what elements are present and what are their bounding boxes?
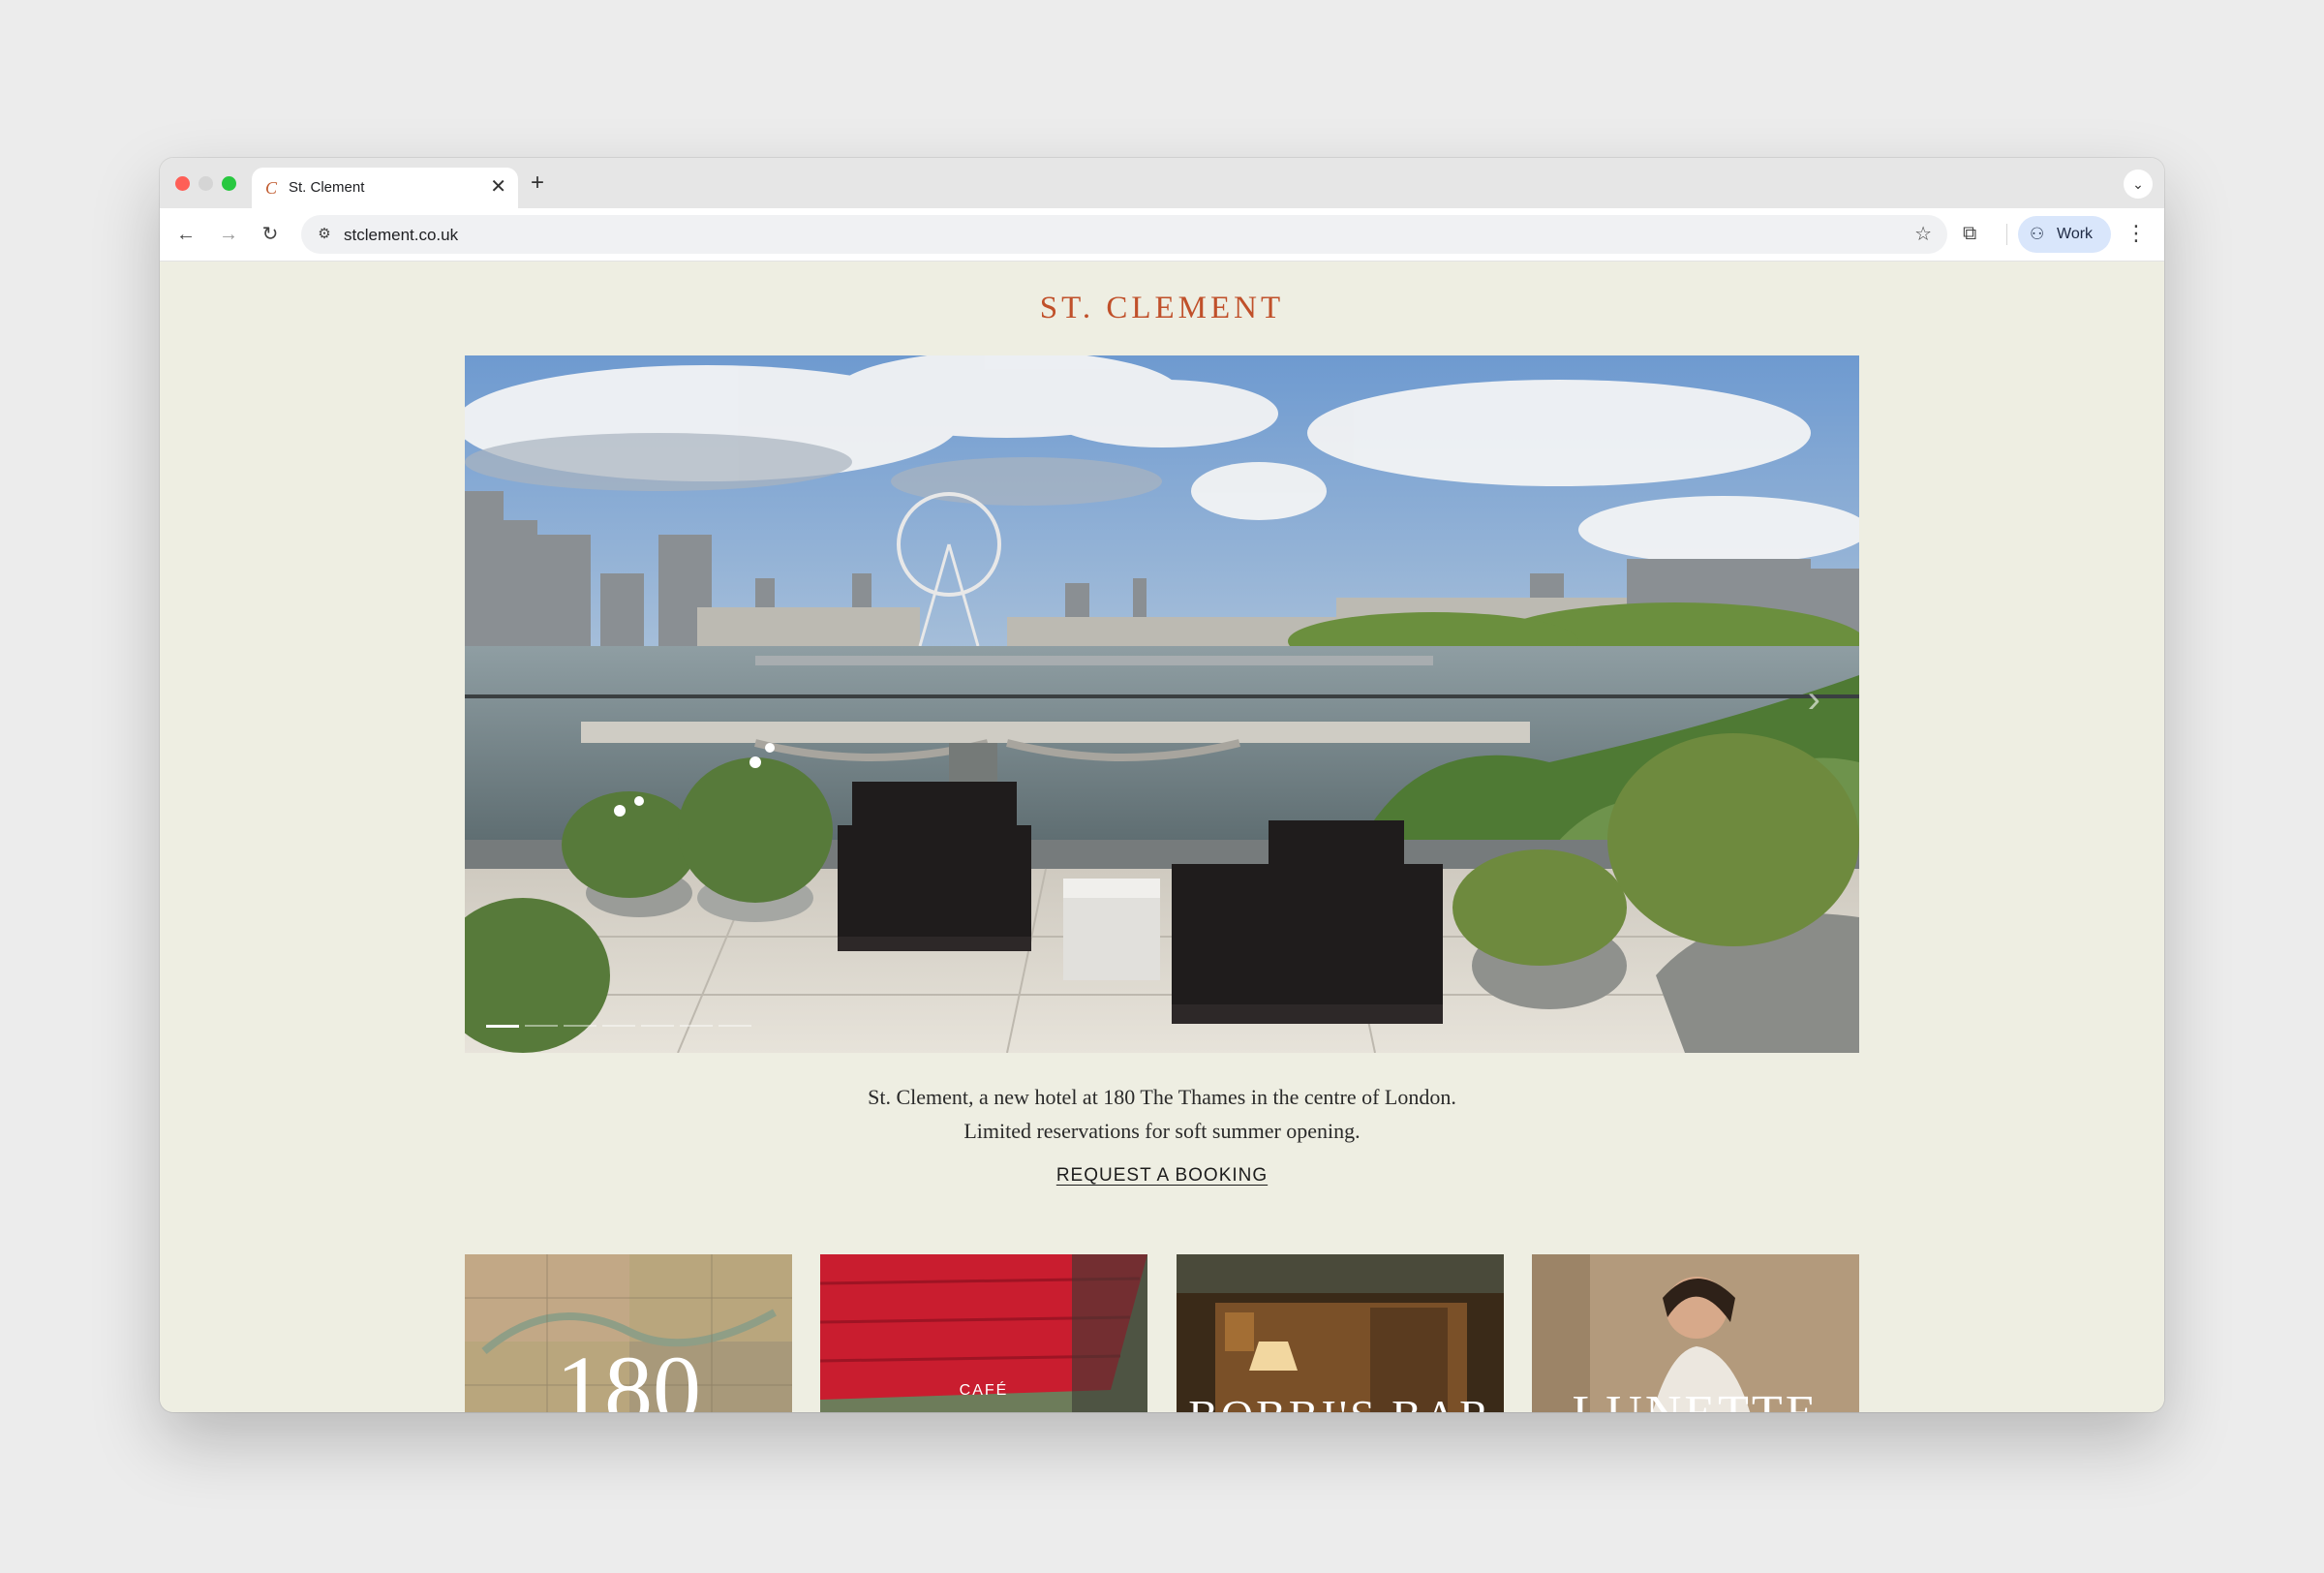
card-title: CAFÉ — [959, 1382, 1009, 1399]
toolbar-divider — [2006, 224, 2007, 245]
tab-title: St. Clement — [289, 179, 365, 196]
bookmark-star-icon[interactable]: ☆ — [1914, 223, 1932, 246]
extensions-icon[interactable]: ⧉ — [1963, 221, 1976, 246]
window-maximize-button[interactable] — [222, 176, 236, 191]
tab-st-clement[interactable]: C St. Clement ✕ — [252, 168, 518, 208]
browser-toolbar: ← → ↻ ⚙ stclement.co.uk ☆ ⧉ ⚇ Work ⋮ — [160, 208, 2164, 262]
carousel-dot[interactable] — [641, 1025, 674, 1027]
tab-strip: C St. Clement ✕ + ⌄ — [160, 158, 2164, 208]
card-bobbis-bar[interactable]: BOBBI'S BAR — [1177, 1254, 1504, 1412]
carousel-indicators — [486, 1025, 757, 1028]
profile-icon: ⚇ — [2030, 225, 2045, 243]
url-text[interactable]: stclement.co.uk — [344, 226, 458, 245]
new-tab-icon[interactable]: + — [531, 170, 544, 196]
site-logo[interactable]: ST. CLEMENT — [160, 291, 2164, 326]
card-title: 180 — [556, 1336, 701, 1413]
intro-text: St. Clement, a new hotel at 180 The Tham… — [160, 1080, 2164, 1148]
close-tab-icon[interactable]: ✕ — [490, 176, 506, 198]
carousel-dot[interactable] — [564, 1025, 596, 1027]
request-booking-link[interactable]: REQUEST A BOOKING — [160, 1165, 2164, 1187]
forward-icon[interactable]: → — [214, 220, 243, 249]
intro-line-2: Limited reservations for soft summer ope… — [963, 1119, 1361, 1143]
carousel-dot[interactable] — [719, 1025, 751, 1027]
carousel-next-icon[interactable]: › — [1808, 680, 1820, 719]
hero-carousel[interactable]: › — [465, 355, 1859, 1053]
back-icon[interactable]: ← — [171, 220, 200, 249]
carousel-dot[interactable] — [525, 1025, 558, 1027]
card-bar-image — [1177, 1254, 1504, 1412]
tab-favicon-icon: C — [265, 178, 278, 198]
window-minimize-button[interactable] — [199, 176, 213, 191]
hero-image — [465, 355, 1859, 1053]
window-close-button[interactable] — [175, 176, 190, 191]
carousel-dot[interactable] — [486, 1025, 519, 1028]
card-title: LUNETTE — [1532, 1385, 1859, 1412]
carousel-dot[interactable] — [602, 1025, 635, 1027]
profile-button[interactable]: ⚇ Work — [2018, 216, 2111, 253]
intro-line-1: St. Clement, a new hotel at 180 The Tham… — [868, 1085, 1456, 1109]
card-title: BOBBI'S BAR — [1177, 1390, 1504, 1412]
card-180[interactable]: 180 — [465, 1254, 792, 1412]
tab-search-icon[interactable]: ⌄ — [2124, 170, 2153, 199]
card-cafe[interactable]: CAFÉ — [820, 1254, 1147, 1412]
browser-window: C St. Clement ✕ + ⌄ ← → ↻ ⚙ stclement.co… — [160, 158, 2164, 1412]
site-info-icon[interactable]: ⚙ — [311, 221, 338, 248]
address-bar[interactable]: ⚙ stclement.co.uk ☆ — [301, 215, 1947, 254]
carousel-dot[interactable] — [680, 1025, 713, 1027]
reload-icon[interactable]: ↻ — [256, 220, 285, 249]
page-content: ST. CLEMENT › St. Clement, a new hotel a… — [160, 262, 2164, 1412]
profile-label: Work — [2057, 226, 2094, 242]
card-lunette[interactable]: LUNETTE — [1532, 1254, 1859, 1412]
browser-menu-icon[interactable]: ⋮ — [2125, 221, 2147, 246]
